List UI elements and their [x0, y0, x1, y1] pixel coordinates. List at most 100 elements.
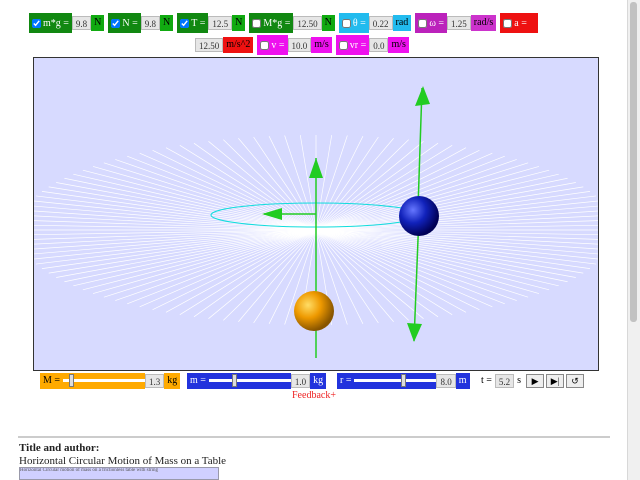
theta-unit: rad [392, 15, 412, 31]
m-slider-knob[interactable] [232, 374, 238, 387]
m-slider-track [208, 379, 291, 382]
mg-up-arrow [415, 86, 430, 106]
v-checkbox[interactable] [260, 40, 270, 50]
N-toggle[interactable]: N = [108, 13, 141, 33]
M-slider-track [63, 379, 146, 382]
M-value[interactable]: 1.3 [145, 374, 165, 388]
table-grid-line [315, 135, 348, 231]
t-value[interactable]: 5.2 [494, 374, 515, 388]
theta-checkbox[interactable] [341, 18, 351, 28]
t-label: t = [481, 375, 492, 386]
vr-value[interactable]: 0.0 [369, 38, 389, 52]
N-checkbox[interactable] [111, 18, 121, 28]
a-value[interactable]: 12.50 [195, 38, 224, 52]
Mg-label: M*g = [263, 17, 291, 29]
r-slider-knob[interactable] [400, 374, 406, 387]
weight-arrow [407, 323, 422, 342]
omega-value[interactable]: 1.25 [447, 16, 471, 30]
title-author-heading: Title and author: [19, 442, 100, 454]
step-icon: ▶| [550, 375, 560, 386]
a-label: a = [514, 17, 527, 29]
theta-value[interactable]: 0.22 [368, 16, 393, 30]
time-control: t = 5.2 s ▶ ▶| ↺ [478, 373, 585, 389]
scrollbar-thumb[interactable] [630, 2, 637, 322]
vr-label: vr = [349, 39, 367, 51]
quantity-row-2: 12.50 m/s^2 v = 10.0 m/s vr = 0.0 m/s [195, 35, 409, 55]
mg-toggle[interactable]: m*g = [29, 13, 72, 33]
table-grid-line [41, 229, 317, 269]
a-checkbox[interactable] [503, 18, 513, 28]
mg-unit: N [91, 15, 105, 31]
m-label: m = [187, 373, 209, 389]
T-checkbox[interactable] [180, 18, 190, 28]
table-grid-line [315, 135, 333, 231]
N-label: N = [122, 17, 138, 29]
table-grid-line [103, 229, 317, 298]
normal-force-arrow [309, 158, 323, 178]
table-grid-line [284, 135, 317, 231]
r-slider-track [354, 379, 437, 382]
M-slider-knob[interactable] [69, 374, 75, 387]
vr-toggle[interactable]: vr = [335, 35, 370, 55]
omega-unit: rad/s [470, 15, 497, 31]
Mg-toggle[interactable]: M*g = [249, 13, 294, 33]
m-value[interactable]: 1.0 [290, 374, 311, 388]
r-unit: m [455, 373, 470, 389]
mg-value[interactable]: 9.8 [71, 16, 92, 30]
reset-button[interactable]: ↺ [566, 374, 585, 388]
simulation-canvas[interactable] [33, 57, 599, 371]
r-slider[interactable] [354, 373, 437, 389]
theta-toggle[interactable]: θ = [338, 13, 369, 33]
mg-label: m*g = [43, 17, 69, 29]
m-control: m = 1.0 kg [187, 373, 327, 389]
thumbnail-preview[interactable]: Horizontal Circular motion of mass on a … [19, 467, 219, 480]
T-unit: N [232, 15, 246, 31]
r-control: r = 8.0 m [337, 373, 470, 389]
v-unit: m/s [311, 37, 332, 53]
hanging-mass-sphere[interactable] [294, 291, 334, 331]
mg-checkbox[interactable] [32, 18, 41, 28]
reset-icon: ↺ [571, 375, 579, 386]
omega-toggle[interactable]: ω = [415, 13, 448, 33]
omega-checkbox[interactable] [418, 18, 428, 28]
table-grid-line [315, 229, 591, 269]
T-toggle[interactable]: T = [177, 13, 209, 33]
M-slider[interactable] [63, 373, 146, 389]
m-unit: kg [310, 373, 327, 389]
N-value[interactable]: 9.8 [140, 16, 161, 30]
v-label: v = [271, 39, 285, 51]
Mg-value[interactable]: 12.50 [293, 16, 322, 30]
play-button[interactable]: ▶ [526, 374, 545, 388]
table-grid-line [315, 229, 529, 298]
scene-svg [34, 86, 598, 358]
step-button[interactable]: ▶| [546, 374, 565, 388]
vr-checkbox[interactable] [338, 40, 348, 50]
feedback-link[interactable]: Feedback+ [292, 390, 336, 401]
M-control: M = 1.3 kg [40, 373, 181, 389]
table-grid-line [299, 135, 317, 231]
a-unit: m/s^2 [223, 37, 254, 53]
omega-label: ω = [429, 17, 445, 29]
M-unit: kg [164, 373, 181, 389]
play-icon: ▶ [531, 375, 539, 386]
orbiting-mass-sphere[interactable] [399, 196, 439, 236]
v-value[interactable]: 10.0 [287, 38, 312, 52]
T-label: T = [191, 17, 206, 29]
t-unit: s [517, 375, 522, 386]
Mg-checkbox[interactable] [252, 18, 262, 28]
r-value[interactable]: 8.0 [436, 374, 456, 388]
mg-up-vector [417, 87, 423, 209]
vr-unit: m/s [388, 37, 409, 53]
v-toggle[interactable]: v = [257, 35, 288, 55]
simulation-title: Horizontal Circular Motion of Mass on a … [19, 455, 227, 467]
a-toggle[interactable]: a = [500, 13, 539, 33]
table-grid-line [103, 162, 317, 231]
thumbnail-caption: Horizontal Circular motion of mass on a … [20, 468, 159, 473]
section-divider [18, 436, 610, 438]
T-value[interactable]: 12.5 [208, 16, 233, 30]
table-grid-line [315, 229, 439, 318]
page-scrollbar[interactable] [627, 0, 640, 480]
quantity-row-1: m*g = 9.8 N N = 9.8 N T = 12.5 N M*g = 1… [29, 13, 539, 33]
m-slider[interactable] [208, 373, 291, 389]
N-unit: N [160, 15, 174, 31]
